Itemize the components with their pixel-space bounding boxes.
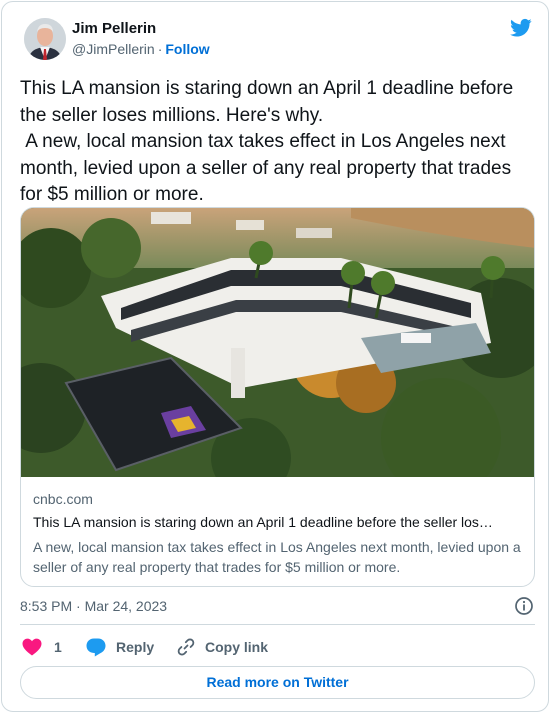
follow-button[interactable]: Follow [165,41,209,57]
heart-icon [22,638,42,656]
tweet-embed-card: Jim Pellerin @JimPellerin · Follow This … [1,1,549,712]
like-count: 1 [54,639,62,655]
reply-bubble-icon [86,638,106,656]
tweet-text: This LA mansion is staring down an April… [20,78,514,205]
tweet-timestamp[interactable]: 8:53 PM · Mar 24, 2023 [20,598,167,614]
author-avatar[interactable] [24,18,66,60]
reply-button[interactable]: Reply [86,634,154,660]
author-handle[interactable]: @JimPellerin [72,41,155,57]
link-title: This LA mansion is staring down an April… [33,514,493,530]
divider [20,624,535,625]
link-preview-card[interactable]: cnbc.com This LA mansion is staring down… [20,207,535,587]
copy-link-label: Copy link [205,639,269,655]
link-chain-icon [177,638,195,656]
twitter-bird-icon[interactable] [510,18,532,38]
copy-link-button[interactable]: Copy link [177,634,268,660]
author-handle-row: @JimPellerin · Follow [72,41,210,57]
link-description: A new, local mansion tax takes effect in… [33,539,521,575]
link-domain: cnbc.com [33,491,93,507]
info-icon[interactable] [514,596,534,616]
aerial-mansion-photo [21,208,534,477]
reply-label: Reply [116,639,155,655]
read-more-button[interactable]: Read more on Twitter [20,666,535,699]
handle-separator: · [157,41,163,57]
like-button[interactable]: 1 [22,634,62,660]
author-name[interactable]: Jim Pellerin [72,20,156,37]
